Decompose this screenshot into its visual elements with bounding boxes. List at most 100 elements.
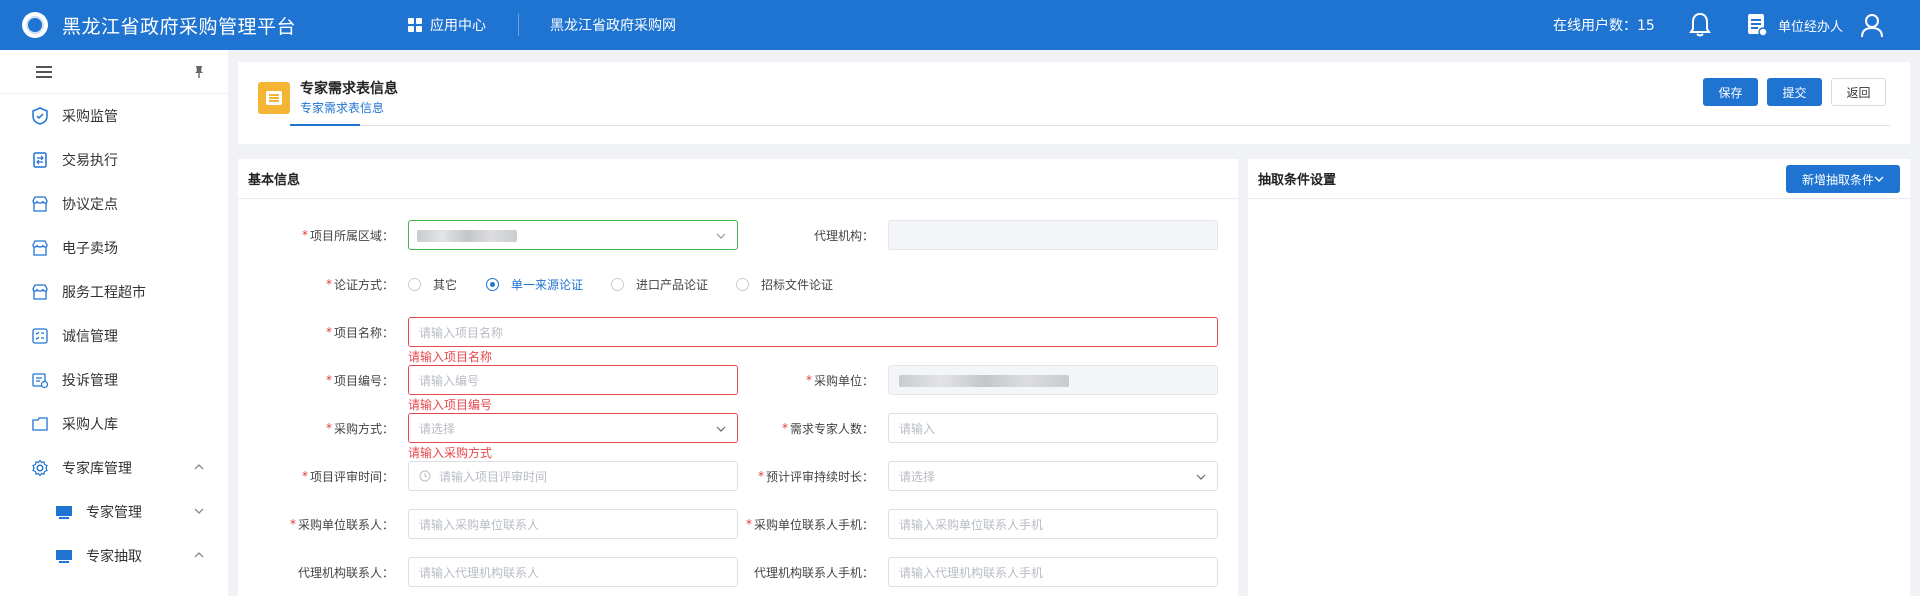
radio-circle-checked (486, 277, 499, 291)
menu-toggle-icon[interactable] (36, 65, 52, 78)
unit-phone-input[interactable]: 请输入采购单位联系人手机 (888, 509, 1218, 539)
sidebar-item-complaint[interactable]: 投诉管理 (0, 358, 228, 402)
radio-imported-products[interactable]: 进口产品论证 (611, 269, 708, 299)
project-code-input[interactable]: 请输入编号 (408, 365, 738, 395)
review-duration-label: * 预计评审持续时长： (757, 469, 874, 484)
clock-icon (419, 470, 431, 482)
sidebar-item-label: 协议定点 (62, 197, 118, 213)
method-label: * 论证方式： (325, 277, 394, 292)
save-button[interactable]: 保存 (1703, 78, 1758, 106)
form-row-project-name: * 项目名称： 请输入项目名称 (238, 317, 1238, 347)
expert-count-label: * 需求专家人数： (781, 421, 874, 436)
procurement-mode-select[interactable]: 请选择 (408, 413, 738, 443)
unit-contact-label: * 采购单位联系人： (289, 517, 394, 532)
sidebar-item-label: 投诉管理 (62, 373, 118, 389)
sidebar-item-label: 诚信管理 (62, 329, 118, 345)
sidebar-item-purchaser-library[interactable]: 采购人库 (0, 402, 228, 446)
region-label: * 项目所属区域： (301, 228, 394, 243)
procurement-mode-error: 请输入采购方式 (408, 446, 493, 460)
back-button[interactable]: 返回 (1831, 78, 1886, 106)
top-bar: 黑龙江省政府采购管理平台 应用中心 黑龙江省政府采购网 在线用户数：15 单位经… (0, 0, 1920, 50)
sidebar-item-expert-library[interactable]: 专家库管理 (0, 446, 228, 490)
form-row-procurement-mode: * 采购方式： 请选择 * 需求专家人数： 请输入 (238, 413, 1238, 443)
redacted-region-value (417, 230, 517, 242)
sidebar-item-agreement[interactable]: 协议定点 (0, 182, 228, 226)
gear-icon (30, 458, 50, 478)
agency-field (888, 220, 1218, 250)
form-row-unit-contact: * 采购单位联系人： 请输入采购单位联系人 * 采购单位联系人手机： 请输入采购单位… (238, 509, 1238, 539)
unit-contact-input[interactable]: 请输入采购单位联系人 (408, 509, 738, 539)
expert-count-input[interactable]: 请输入 (888, 413, 1218, 443)
agent-contact-label: 代理机构联系人： (297, 565, 394, 580)
sidebar-header (0, 50, 228, 94)
monitor-icon (54, 502, 74, 522)
sidebar-item-transaction[interactable]: 交易执行 (0, 138, 228, 182)
list-icon (30, 326, 50, 346)
project-name-label: * 项目名称： (325, 325, 394, 340)
monitor-icon (54, 546, 74, 566)
radio-tender-documents[interactable]: 招标文件论证 (736, 269, 833, 299)
user-icon[interactable] (1860, 12, 1884, 38)
sidebar-item-expert-management[interactable]: 专家管理 (0, 490, 228, 534)
chevron-up-icon[interactable] (192, 548, 206, 562)
sidebar-item-label: 采购人库 (62, 417, 118, 433)
bell-icon[interactable] (1688, 12, 1712, 38)
project-code-label: * 项目编号： (325, 373, 394, 388)
purchasing-unit-label: * 采购单位： (805, 373, 874, 388)
form-row-region: * 项目所属区域： 代理机构： (238, 220, 1238, 250)
sidebar-item-label: 交易执行 (62, 153, 118, 169)
extraction-conditions-card: 抽取条件设置 新增抽取条件 (1248, 159, 1910, 596)
sidebar-item-service-market[interactable]: 服务工程超市 (0, 270, 228, 314)
agent-contact-input[interactable]: 请输入代理机构联系人 (408, 557, 738, 587)
chevron-down-icon[interactable] (192, 504, 206, 518)
tab-underline (290, 125, 1890, 126)
page-title: 专家需求表信息 (300, 81, 398, 97)
page-header-card: 专家需求表信息 专家需求表信息 保存 提交 返回 (238, 62, 1910, 144)
form-row-method: * 论证方式： 其它 单一来源论证 进口产品论证 招标文件论证 (238, 269, 1238, 299)
radio-single-source[interactable]: 单一来源论证 (486, 269, 583, 299)
form-row-agent-contact: 代理机构联系人： 请输入代理机构联系人 代理机构联系人手机： 请输入代理机构联系… (238, 557, 1238, 587)
region-select[interactable] (408, 220, 738, 250)
project-name-input[interactable]: 请输入项目名称 (408, 317, 1218, 347)
app-center-link[interactable]: 应用中心 (408, 0, 486, 50)
emblem-logo (22, 12, 48, 38)
sidebar-item-label: 电子卖场 (62, 241, 118, 257)
unit-phone-label: * 采购单位联系人手机： (745, 517, 874, 532)
store-icon (30, 282, 50, 302)
tab-active-indicator (290, 124, 360, 126)
tab-expert-demand-info[interactable]: 专家需求表信息 (300, 99, 384, 116)
user-doc-icon (1748, 14, 1768, 37)
review-duration-select[interactable]: 请选择 (888, 461, 1218, 491)
sidebar-item-emall[interactable]: 电子卖场 (0, 226, 228, 270)
radio-circle (736, 277, 749, 291)
radio-other[interactable]: 其它 (408, 269, 457, 299)
store-icon (30, 238, 50, 258)
submit-button[interactable]: 提交 (1767, 78, 1822, 106)
pin-icon[interactable] (192, 65, 206, 79)
app-title: 黑龙江省政府采购管理平台 (62, 15, 297, 38)
folder-icon (30, 414, 50, 434)
review-time-picker[interactable]: 请输入项目评审时间 (408, 461, 738, 491)
user-role[interactable]: 单位经办人 (1778, 0, 1843, 50)
sidebar-item-label: 专家管理 (86, 505, 142, 521)
add-condition-button[interactable]: 新增抽取条件 (1786, 165, 1900, 193)
sidebar-item-expert-extraction[interactable]: 专家抽取 (0, 534, 228, 578)
sidebar-item-label: 专家抽取 (86, 549, 142, 565)
radio-circle (408, 277, 421, 291)
agent-phone-input[interactable]: 请输入代理机构联系人手机 (888, 557, 1218, 587)
chevron-down-icon (716, 233, 726, 239)
sidebar-item-credit[interactable]: 诚信管理 (0, 314, 228, 358)
grid-icon (408, 18, 422, 32)
review-time-label: * 项目评审时间： (301, 469, 394, 484)
project-name-error: 请输入项目名称 (408, 350, 493, 364)
exchange-doc-icon (30, 150, 50, 170)
chevron-down-icon (716, 426, 726, 432)
chevron-up-icon[interactable] (192, 460, 206, 474)
project-code-error: 请输入项目编号 (408, 398, 493, 412)
sidebar-item-procurement-supervision[interactable]: 采购监管 (0, 94, 228, 138)
procurement-mode-label: * 采购方式： (325, 421, 394, 436)
sidebar-item-label: 专家库管理 (62, 461, 132, 477)
sidebar: 采购监管 交易执行 协议定点 电子卖场 服务工程超市 诚信管理 投诉管理 采购人… (0, 50, 228, 596)
procurement-site-link[interactable]: 黑龙江省政府采购网 (550, 0, 676, 50)
form-row-review-time: * 项目评审时间： 请输入项目评审时间 * 预计评审持续时长： 请选择 (238, 461, 1238, 491)
